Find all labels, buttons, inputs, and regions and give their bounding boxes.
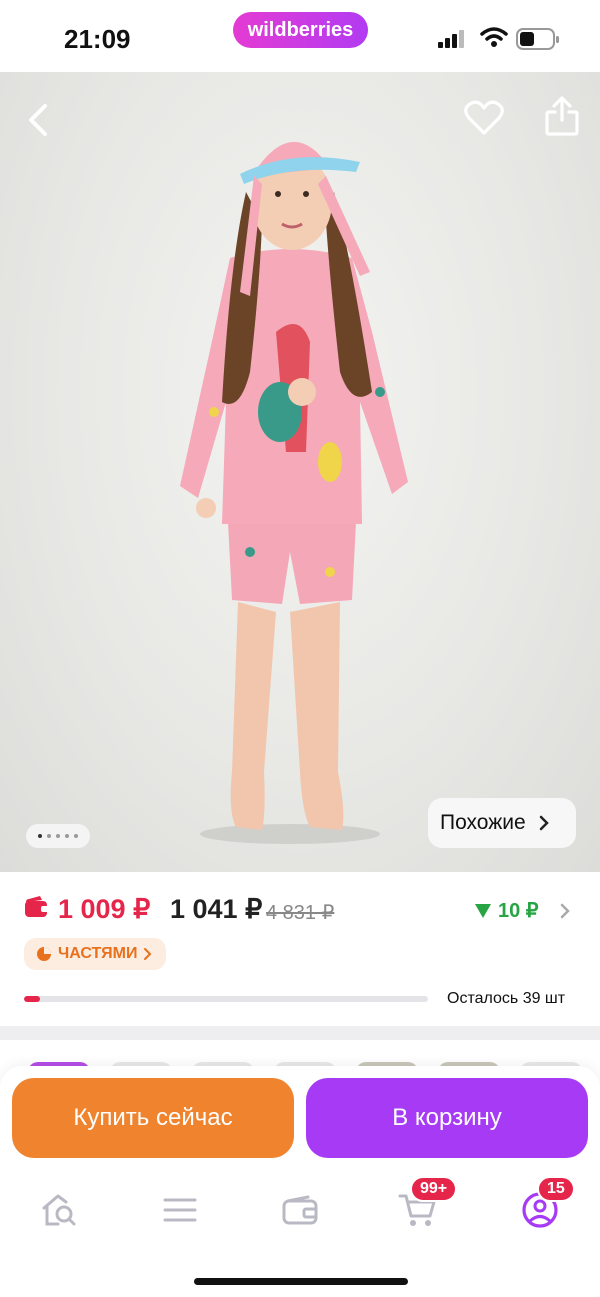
tab-wallet[interactable] (278, 1188, 322, 1232)
triangle-down-icon (475, 903, 491, 918)
chevron-right-icon (560, 903, 570, 918)
status-bar: 21:09 wildberries (0, 0, 600, 72)
current-price: 1 041 ₽ (170, 894, 263, 924)
tab-home[interactable] (38, 1188, 82, 1232)
wallet-icon (282, 1195, 318, 1225)
share-icon (545, 96, 579, 136)
photo-pagination[interactable] (26, 824, 90, 848)
wallet-price: 1 009 ₽ (58, 894, 151, 924)
home-indicator (194, 1278, 408, 1285)
price-card: 1 009 ₽ 1 041 ₽ 4 831 ₽ 10 ₽ ЧАСТЯМИ Ост… (0, 872, 600, 1026)
installments-label: ЧАСТЯМИ (58, 945, 138, 962)
home-search-icon (42, 1194, 76, 1226)
cashback-button[interactable]: 10 ₽ (474, 898, 571, 923)
cart-badge: 99+ (410, 1176, 458, 1202)
favorite-button[interactable] (462, 96, 506, 140)
purchase-panel: Купить сейчас В корзину 99+ 15 (0, 1066, 600, 1297)
installments-button[interactable]: ЧАСТЯМИ (24, 938, 166, 970)
pagination-dot (47, 834, 51, 838)
pagination-dot-active (38, 834, 42, 838)
product-photo[interactable]: Похожие (0, 72, 600, 872)
wallet-icon (25, 896, 49, 917)
buy-now-button[interactable]: Купить сейчас (12, 1078, 294, 1158)
add-to-cart-button[interactable]: В корзину (306, 1078, 588, 1158)
pie-chart-icon (37, 947, 51, 961)
back-button[interactable] (16, 98, 60, 142)
chevron-right-icon (539, 815, 549, 831)
similar-button[interactable]: Похожие (428, 798, 576, 848)
profile-badge: 15 (537, 1176, 575, 1202)
similar-label: Похожие (440, 811, 526, 834)
cellular-signal-icon (438, 30, 464, 48)
stock-progress-bar (24, 996, 428, 1002)
battery-icon (516, 28, 559, 50)
cashback-amount: 10 ₽ (498, 900, 539, 922)
old-price: 4 831 ₽ (266, 902, 335, 924)
tab-catalog[interactable] (158, 1188, 202, 1232)
wifi-icon (480, 27, 508, 47)
chevron-left-icon (29, 104, 47, 136)
pagination-dot (65, 834, 69, 838)
status-time: 21:09 (64, 24, 131, 54)
pagination-dot (74, 834, 78, 838)
heart-icon (464, 100, 504, 135)
brand-logo: wildberries (233, 12, 368, 48)
bottom-tab-bar: 99+ 15 (0, 1176, 600, 1238)
stock-remaining: Осталось 39 шт (447, 990, 566, 1007)
pagination-dot (56, 834, 60, 838)
share-button[interactable] (540, 94, 584, 138)
stock-progress-fill (24, 996, 41, 1002)
section-divider (0, 1026, 600, 1040)
menu-icon (163, 1198, 197, 1222)
product-image-child-swimsuit (180, 141, 408, 844)
chevron-right-icon (144, 948, 152, 960)
